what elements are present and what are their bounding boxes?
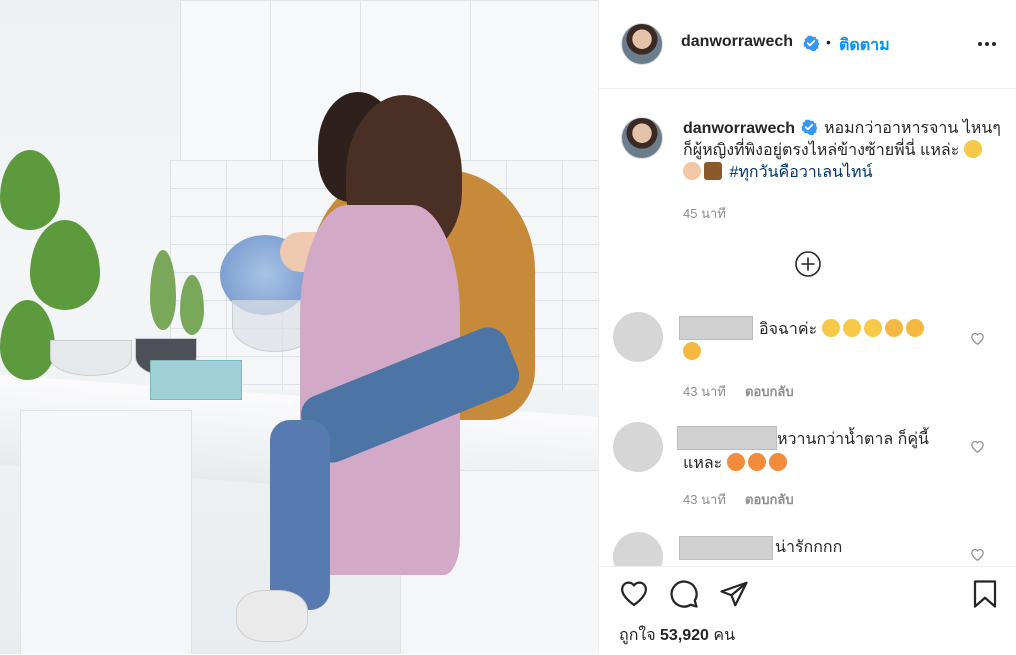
verified-badge-icon (801, 119, 819, 136)
separator-dot: • (826, 34, 831, 50)
author-username[interactable]: danworrawech (681, 33, 793, 51)
kiss-emoji-icon (726, 453, 745, 471)
load-more-icon[interactable] (795, 251, 821, 277)
comment-icon[interactable] (669, 579, 699, 609)
party-popper-icon (704, 162, 722, 180)
likes-number: 53,920 (660, 627, 709, 644)
tissue-box (150, 360, 242, 400)
kiss-emoji-icon (747, 453, 766, 471)
post-actions-bar: ถูกใจ 53,920 คน (599, 566, 1016, 655)
caption-timestamp[interactable]: 45 นาที (683, 203, 726, 224)
lower-cabinet (20, 410, 192, 654)
white-bowl (50, 340, 132, 376)
comment-text: หวานกว่าน้ำตาล ก็คู่นี้ แหละ (683, 428, 953, 476)
caption-author-avatar[interactable] (621, 117, 663, 159)
grin-emoji-icon (683, 342, 701, 360)
comment-timestamp[interactable]: 43 นาที (683, 489, 726, 510)
caption-hashtag[interactable]: #ทุกวันคือวาเลนไทน์ (729, 164, 872, 181)
share-icon[interactable] (719, 579, 749, 609)
plant-leaf (0, 300, 55, 380)
caption-username[interactable]: danworrawech (683, 120, 795, 137)
likes-count[interactable]: ถูกใจ 53,920 คน (619, 623, 735, 648)
heart-icon[interactable] (619, 579, 649, 607)
post-side-panel: danworrawech • ติดตาม danworrawech หอมกว… (598, 0, 1016, 655)
like-comment-icon[interactable] (970, 547, 985, 561)
like-comment-icon[interactable] (970, 439, 985, 453)
commenter-avatar[interactable] (613, 422, 663, 472)
kiss-emoji-icon (768, 453, 787, 471)
comment-text: น่ารักกกก (775, 536, 842, 560)
more-options-icon[interactable] (977, 36, 997, 52)
woman-jeans (270, 420, 330, 610)
post-photo[interactable] (0, 0, 598, 654)
upper-cabinet (470, 0, 598, 162)
grin-emoji-icon (905, 319, 924, 337)
upper-cabinet (180, 0, 272, 162)
woman-shoe (236, 590, 308, 642)
follow-button[interactable]: ติดตาม (839, 33, 890, 58)
bookmark-icon[interactable] (971, 579, 999, 609)
author-avatar[interactable] (621, 23, 663, 65)
comment-timestamp[interactable]: 43 นาที (683, 381, 726, 402)
comment-text: อิจฉาค่ะ (759, 318, 949, 342)
grin-emoji-icon (884, 319, 903, 337)
post-caption: danworrawech หอมกว่าอาหารจาน ไหนๆ ก็ผู้ห… (683, 118, 1001, 184)
comment-body: น่ารักกกก (775, 539, 843, 556)
likes-label: ถูกใจ (619, 627, 656, 644)
reply-button[interactable]: ตอบกลับ (745, 489, 794, 510)
like-comment-icon[interactable] (970, 331, 985, 345)
likes-unit: คน (713, 627, 736, 644)
plant-leaf (0, 150, 60, 230)
rofl-emoji-icon (842, 319, 861, 337)
comment-body: หวานกว่าน้ำตาล ก็คู่นี้ แหละ (683, 431, 929, 472)
redacted-username (679, 536, 773, 560)
comment-text-wrap (683, 341, 704, 365)
post-header: danworrawech • ติดตาม (599, 0, 1016, 89)
grinning-face-icon (963, 140, 982, 158)
rofl-emoji-icon (863, 319, 882, 337)
commenter-avatar[interactable] (613, 312, 663, 362)
comment-body: อิจฉาค่ะ (759, 321, 818, 338)
verified-badge-icon (803, 35, 819, 51)
rofl-emoji-icon (821, 319, 840, 337)
plant-leaf (30, 220, 100, 310)
clapping-hands-icon (683, 162, 701, 180)
reply-button[interactable]: ตอบกลับ (745, 381, 794, 402)
redacted-username (679, 316, 753, 340)
